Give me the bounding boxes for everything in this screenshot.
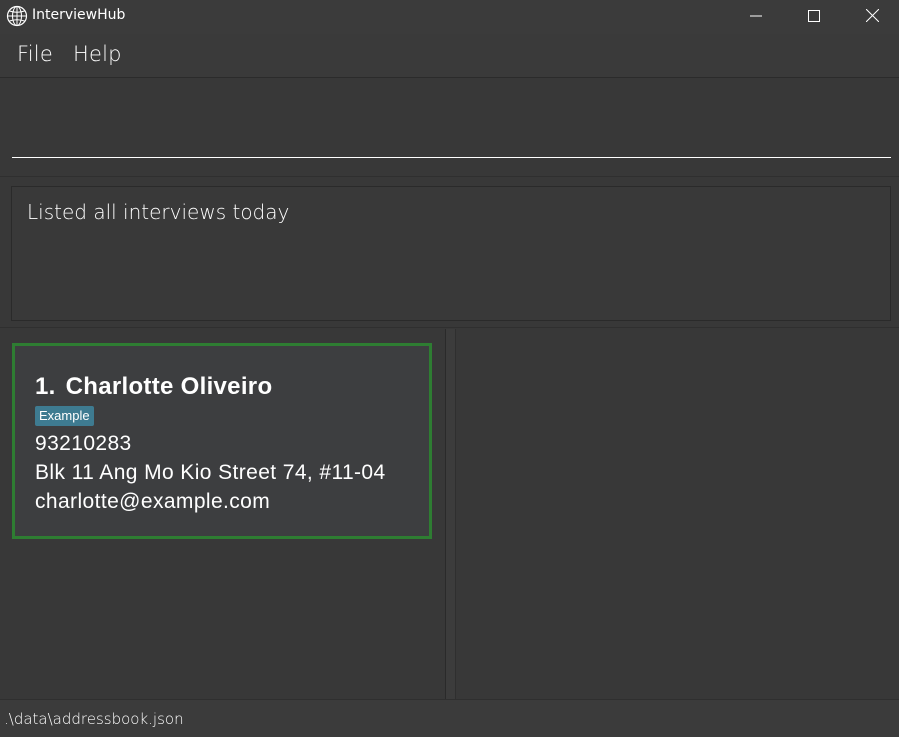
command-input[interactable]: [12, 89, 891, 158]
detail-panel: [457, 329, 899, 699]
minimize-icon: [750, 7, 762, 26]
save-file-path: .\data\addressbook.json: [4, 710, 184, 728]
split-pane-divider[interactable]: [446, 329, 456, 699]
close-icon: [865, 7, 879, 26]
maximize-icon: [808, 7, 820, 26]
menu-help[interactable]: Help: [73, 42, 122, 66]
globe-icon: [6, 5, 28, 27]
interview-card[interactable]: 1. Charlotte Oliveiro Example 93210283 Bl…: [12, 343, 432, 539]
window-title: InterviewHub: [32, 7, 126, 23]
interview-name: Charlotte Oliveiro: [65, 373, 273, 400]
command-box-panel: [0, 79, 899, 177]
interview-phone: 93210283: [35, 432, 132, 455]
title-bar: InterviewHub: [0, 0, 899, 34]
interview-address: Blk 11 Ang Mo Kio Street 74, #11-04: [35, 461, 386, 484]
interview-list-panel[interactable]: 1. Charlotte Oliveiro Example 93210283 Bl…: [0, 329, 446, 699]
status-bar: .\data\addressbook.json: [0, 699, 899, 737]
result-display[interactable]: Listed all interviews today: [11, 186, 891, 321]
interview-card-title: 1. Charlotte Oliveiro: [35, 373, 272, 401]
interview-email: charlotte@example.com: [35, 490, 271, 513]
interview-tag: Example: [35, 406, 94, 426]
menu-file[interactable]: File: [17, 42, 53, 66]
result-display-panel: Listed all interviews today: [0, 178, 899, 328]
result-message: Listed all interviews today: [27, 200, 290, 224]
maximize-button[interactable]: [785, 0, 843, 32]
menu-bar: File Help: [0, 34, 899, 78]
minimize-button[interactable]: [727, 0, 785, 32]
interview-index: 1.: [35, 373, 56, 400]
close-button[interactable]: [843, 0, 899, 32]
